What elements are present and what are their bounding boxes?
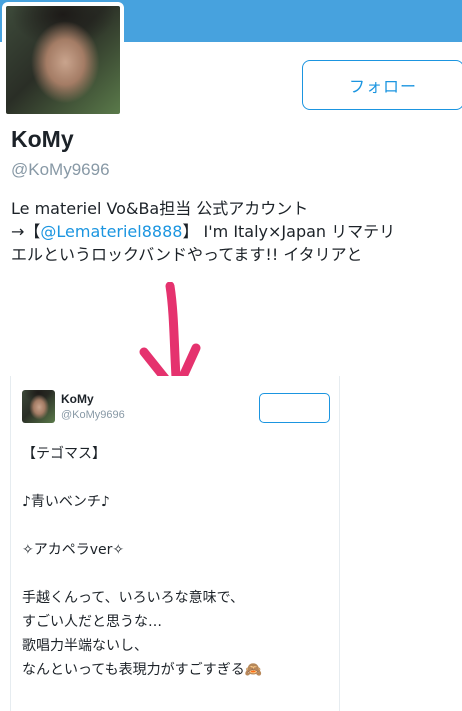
bio-text: →【 xyxy=(11,222,41,241)
bio-line: Le materiel Vo&Ba担当 公式アカウント xyxy=(11,199,309,218)
tweet-line: ♪青いベンチ♪ xyxy=(22,494,110,510)
card-handle[interactable]: @KoMy9696 xyxy=(61,409,125,421)
profile-handle[interactable]: @KoMy9696 xyxy=(11,160,110,180)
tweet-line-gap xyxy=(22,514,337,538)
tweet-line: 手越くんって、いろいろな意味で、 xyxy=(22,590,245,606)
profile-bio: Le materiel Vo&Ba担当 公式アカウント →【@Lematerie… xyxy=(11,197,462,267)
card-follow-button[interactable] xyxy=(259,393,330,423)
tweet-line: なんといっても表現力がすごすぎる🙈 xyxy=(22,662,263,678)
tweet-line: すごい人だと思うな… xyxy=(22,614,162,630)
bio-line: エルというロックバンドやってます!! イタリアと xyxy=(11,245,363,264)
card-avatar[interactable] xyxy=(22,390,55,423)
tweet-line: 歌唱力半端ないし、 xyxy=(22,638,148,654)
card-display-name: KoMy xyxy=(61,392,94,406)
bio-text: 】 I'm Italy×Japan リマテリ xyxy=(182,222,396,241)
tweet-card[interactable]: KoMy @KoMy9696 【テゴマス】 ♪青いベンチ♪ ✧アカペラver✧ … xyxy=(10,376,340,711)
profile-display-name: KoMy xyxy=(11,126,74,152)
tweet-text: 【テゴマス】 ♪青いベンチ♪ ✧アカペラver✧ 手越くんって、いろいろな意味で… xyxy=(22,442,337,682)
tweet-line-gap xyxy=(22,562,337,586)
tweet-line: 【テゴマス】 xyxy=(22,446,106,462)
avatar-photo xyxy=(22,390,55,423)
tweet-line: ✧アカペラver✧ xyxy=(22,542,125,558)
profile-avatar[interactable] xyxy=(2,2,124,118)
avatar-photo xyxy=(6,6,120,114)
mention-link[interactable]: @Lemateriel8888 xyxy=(40,222,182,241)
bio-line: →【@Lemateriel8888】 I'm Italy×Japan リマテリ xyxy=(11,220,462,243)
follow-button[interactable]: フォロー xyxy=(302,60,462,110)
tweet-line-gap xyxy=(22,466,337,490)
